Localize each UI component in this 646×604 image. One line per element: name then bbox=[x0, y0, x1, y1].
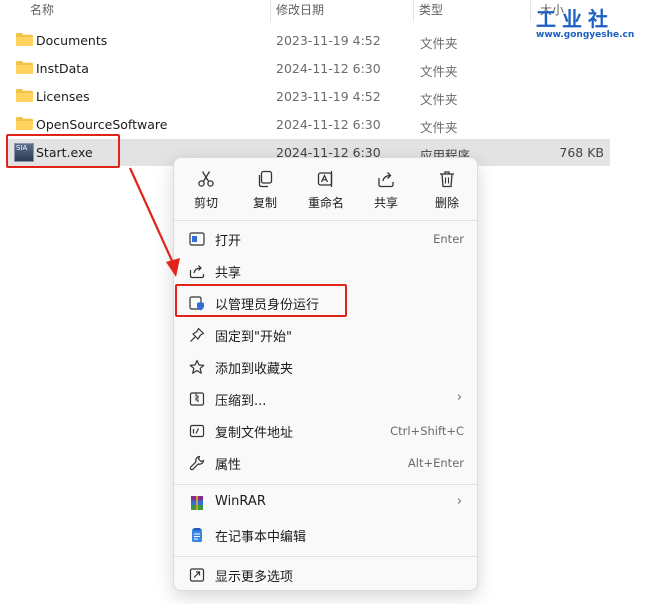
watermark: 工业社 www.gongyeshe.cn bbox=[536, 8, 636, 40]
watermark-logo: 工业社 bbox=[536, 7, 614, 31]
annotation-arrow bbox=[128, 167, 180, 277]
watermark-url: www.gongyeshe.cn bbox=[536, 30, 635, 40]
